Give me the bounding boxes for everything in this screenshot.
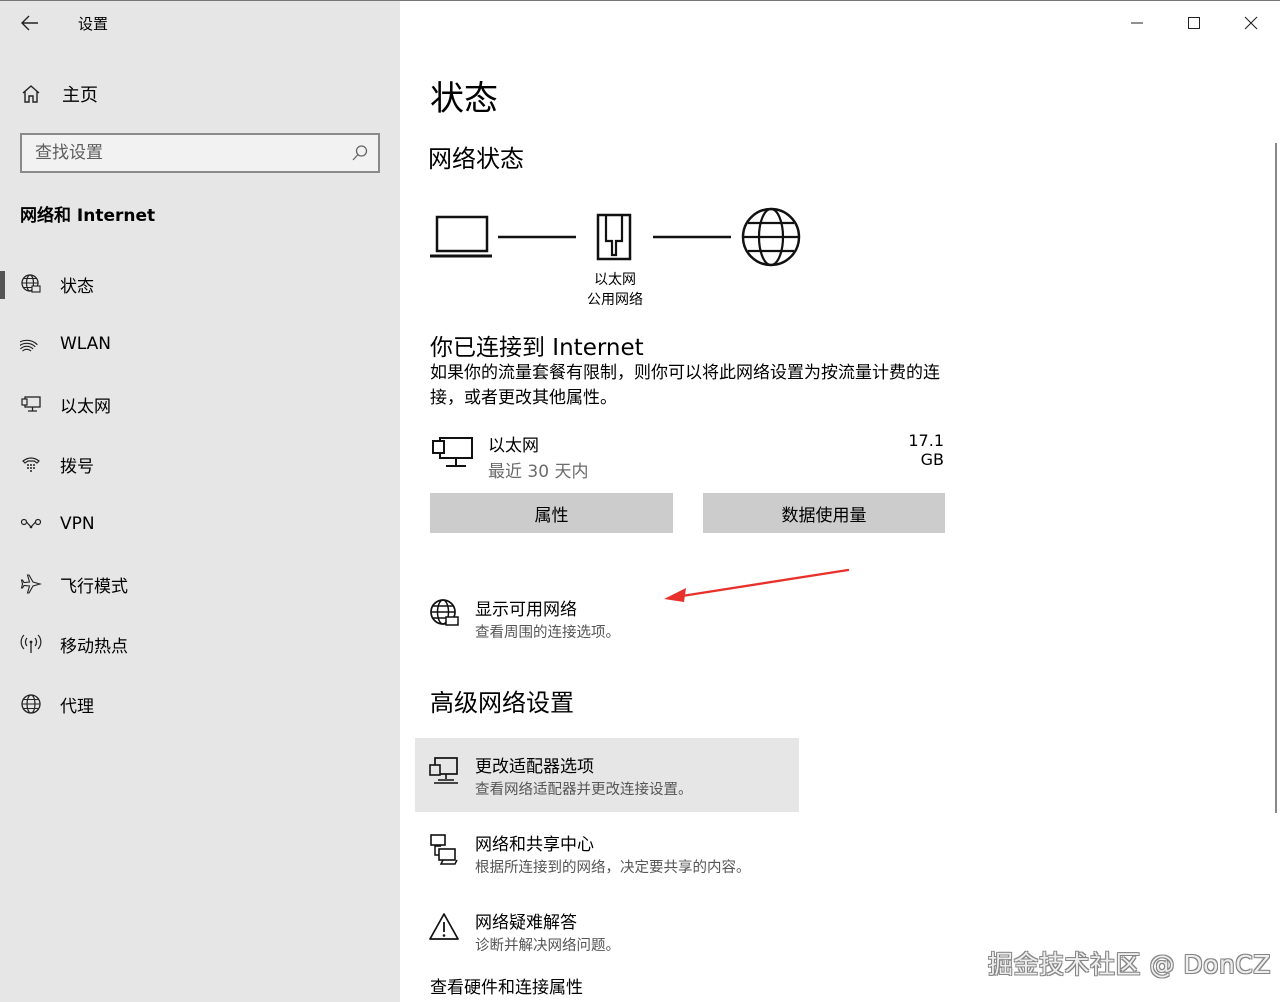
network-status-heading: 网络状态	[428, 145, 524, 173]
settings-window: 设置 主页 网络和 Internet	[0, 0, 1280, 1002]
sidebar-item-label: 代理	[60, 696, 94, 717]
minimize-icon	[1131, 22, 1143, 24]
minimize-button[interactable]	[1122, 9, 1152, 37]
sidebar-item-label: 拨号	[60, 456, 94, 477]
annotation-arrow-icon	[664, 568, 850, 602]
hardware-properties-link[interactable]: 查看硬件和连接属性	[430, 973, 583, 998]
page-title: 状态	[430, 79, 498, 119]
warning-icon	[429, 913, 459, 940]
sidebar-item-dialup[interactable]: 拨号	[0, 440, 400, 488]
maximize-icon	[1188, 17, 1200, 29]
app-title: 设置	[78, 15, 109, 33]
sidebar-item-wlan[interactable]: WLAN	[0, 320, 400, 368]
vpn-icon	[20, 513, 42, 535]
back-button[interactable]	[18, 11, 42, 35]
troubleshooter-title: 网络疑难解答	[475, 913, 577, 933]
show-networks-title: 显示可用网络	[475, 600, 577, 620]
sidebar: 设置 主页 网络和 Internet	[0, 1, 400, 1002]
sharing-center-title: 网络和共享中心	[475, 835, 594, 855]
advanced-settings-heading: 高级网络设置	[430, 689, 574, 717]
wifi-icon	[20, 333, 42, 355]
adapter-options-icon	[429, 757, 458, 784]
connected-description: 如果你的流量套餐有限制，则你可以将此网络设置为按流量计费的连接，或者更改其他属性…	[430, 363, 940, 408]
airplane-icon	[20, 573, 42, 595]
change-adapter-title: 更改适配器选项	[475, 757, 594, 777]
globe-status-icon	[20, 273, 42, 295]
data-usage-button[interactable]: 数据使用量	[703, 493, 945, 533]
back-arrow-icon	[21, 15, 38, 31]
adapter-data-usage: 17.1 GB	[908, 431, 944, 469]
search-box[interactable]	[20, 133, 380, 173]
properties-button[interactable]: 属性	[430, 493, 673, 533]
watermark: 掘金技术社区 @ DonCZ	[988, 950, 1271, 979]
search-icon[interactable]	[351, 144, 369, 162]
dialup-icon	[20, 453, 42, 475]
sidebar-item-label: 飞行模式	[60, 576, 128, 597]
sidebar-item-proxy[interactable]: 代理	[0, 680, 400, 728]
sharing-center-icon	[430, 834, 458, 865]
sidebar-item-label: 状态	[60, 276, 94, 297]
show-networks-subtitle: 查看周围的连接选项。	[475, 625, 620, 641]
laptop-icon	[430, 215, 492, 258]
adapter-name: 以太网	[488, 436, 539, 456]
change-adapter-options-link[interactable]: 更改适配器选项 查看网络适配器并更改连接设置。	[415, 738, 799, 812]
sidebar-item-hotspot[interactable]: 移动热点	[0, 620, 400, 668]
search-input[interactable]	[35, 141, 335, 165]
connected-title: 你已连接到 Internet	[430, 335, 644, 361]
network-sharing-center-link[interactable]: 网络和共享中心 根据所连接到的网络，决定要共享的内容。	[415, 816, 799, 890]
diagram-network-type: 公用网络	[587, 292, 643, 308]
sidebar-item-label: VPN	[60, 514, 95, 534]
ethernet-port-icon	[596, 213, 632, 261]
sidebar-item-airplane[interactable]: 飞行模式	[0, 560, 400, 608]
sidebar-item-vpn[interactable]: VPN	[0, 500, 400, 548]
network-troubleshooter-link[interactable]: 网络疑难解答 诊断并解决网络问题。	[415, 894, 799, 968]
sidebar-item-status[interactable]: 状态	[0, 260, 400, 308]
sidebar-home[interactable]: 主页	[20, 81, 98, 107]
diagram-adapter-label: 以太网	[594, 272, 636, 288]
sidebar-item-label: 移动热点	[60, 636, 128, 657]
section-title: 网络和 Internet	[20, 206, 156, 226]
main-content: 状态 网络状态 以太网 公用网络 你已连接到 Internet 如果你的流量套餐…	[400, 1, 1280, 1002]
change-adapter-subtitle: 查看网络适配器并更改连接设置。	[475, 782, 693, 798]
sidebar-item-label: WLAN	[60, 334, 112, 354]
globe-network-icon	[430, 599, 459, 626]
sidebar-item-label: 以太网	[60, 396, 111, 417]
ethernet-adapter-icon	[432, 437, 473, 467]
sharing-center-subtitle: 根据所连接到的网络，决定要共享的内容。	[475, 860, 751, 876]
hotspot-icon	[20, 633, 42, 655]
home-label: 主页	[62, 85, 98, 106]
scrollbar[interactable]	[1275, 143, 1277, 813]
maximize-button[interactable]	[1179, 9, 1209, 37]
internet-globe-icon	[741, 207, 801, 267]
ethernet-icon	[20, 393, 42, 415]
sidebar-item-ethernet[interactable]: 以太网	[0, 380, 400, 428]
troubleshooter-subtitle: 诊断并解决网络问题。	[475, 938, 620, 954]
globe-icon	[20, 693, 42, 715]
close-button[interactable]	[1236, 9, 1266, 37]
close-icon	[1244, 16, 1258, 30]
adapter-period: 最近 30 天内	[488, 462, 589, 482]
home-icon	[22, 85, 40, 103]
